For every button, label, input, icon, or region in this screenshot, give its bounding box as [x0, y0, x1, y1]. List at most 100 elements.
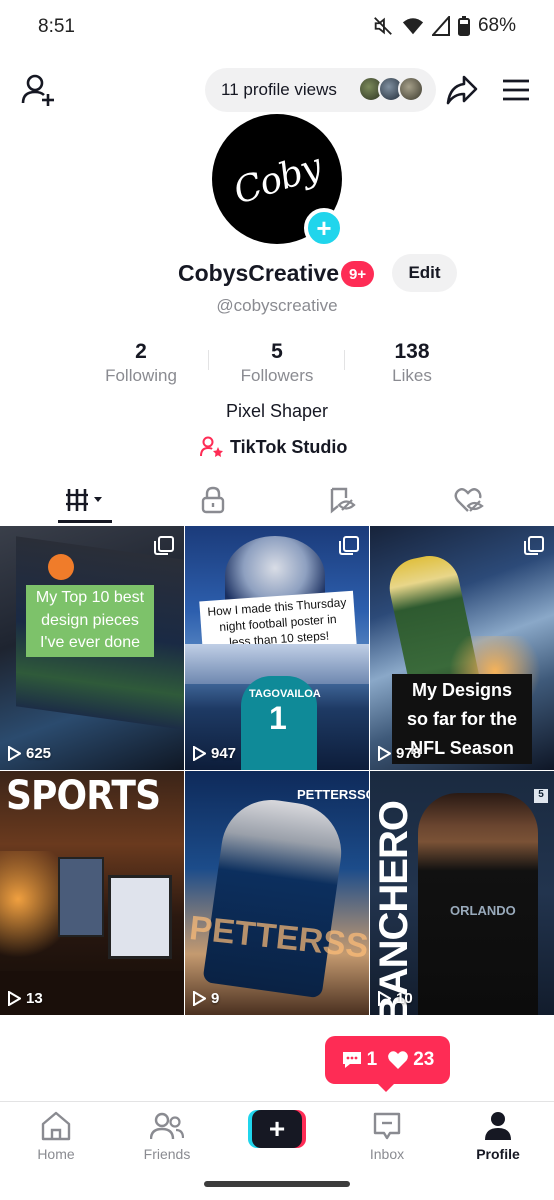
- activity-notification-popup[interactable]: 1 23: [325, 1036, 450, 1092]
- heart-icon: [388, 1051, 409, 1069]
- nav-inbox[interactable]: Inbox: [337, 1110, 437, 1162]
- battery-icon: [457, 16, 470, 36]
- view-count: 947: [193, 745, 236, 762]
- menu-button[interactable]: [496, 70, 536, 110]
- profile-views-text: 11 profile views: [221, 80, 337, 99]
- studio-link-label: TikTok Studio: [230, 436, 348, 457]
- view-count-text: 625: [26, 745, 52, 762]
- jersey-number: 1: [269, 700, 287, 736]
- video-caption: SPORTS: [6, 773, 161, 819]
- stat-likes[interactable]: 138 Likes: [352, 340, 472, 386]
- tab-private[interactable]: [158, 478, 268, 522]
- video-tile[interactable]: SPORTS 13: [0, 771, 184, 1015]
- active-tab-indicator: [58, 520, 112, 523]
- display-name: CobysCreative: [178, 260, 340, 286]
- corner-badge: 5: [534, 789, 548, 803]
- nav-profile[interactable]: Profile: [448, 1110, 548, 1162]
- comment-icon: [342, 1052, 361, 1068]
- video-tile[interactable]: How I made this Thursday night football …: [185, 526, 369, 770]
- jersey-name: TAGOVAILOA: [249, 688, 321, 700]
- create-video-button[interactable]: +: [248, 1110, 306, 1148]
- view-count-text: 10: [396, 990, 413, 1007]
- status-time: 8:51: [38, 16, 75, 37]
- plus-icon: +: [252, 1110, 302, 1148]
- play-icon: [8, 991, 21, 1006]
- plus-icon: +: [316, 213, 332, 243]
- photo-carousel-icon: [339, 536, 359, 555]
- stat-label: Following: [105, 366, 177, 385]
- nav-label: Profile: [476, 1146, 520, 1162]
- stat-divider: [344, 350, 345, 370]
- hamburger-menu-icon: [503, 79, 529, 101]
- video-caption: PETTERSSON: [297, 787, 369, 802]
- username-handle: @cobyscreative: [216, 296, 338, 315]
- tab-liked[interactable]: [414, 478, 524, 522]
- repost-eye-icon: [330, 487, 356, 514]
- view-count: 9: [193, 990, 219, 1007]
- battery-percent: 68%: [477, 15, 516, 36]
- inbox-icon: [373, 1112, 401, 1140]
- nav-home[interactable]: Home: [6, 1110, 106, 1162]
- video-tile[interactable]: BANCHERO ORLANDO 5 10: [370, 771, 554, 1015]
- name-row: CobysCreative 9+ Edit: [0, 254, 554, 294]
- tab-videos[interactable]: [30, 478, 140, 522]
- video-tile[interactable]: My Top 10 best design pieces I've ever d…: [0, 526, 184, 770]
- view-count: 13: [8, 990, 43, 1007]
- share-icon: [446, 75, 478, 105]
- view-count-text: 947: [211, 745, 237, 762]
- thumbnail-monitor: [58, 857, 104, 937]
- tiktok-studio-link[interactable]: TikTok Studio: [200, 434, 347, 460]
- nav-friends[interactable]: Friends: [117, 1110, 217, 1162]
- stat-label: Followers: [240, 366, 314, 385]
- profile-icon: [485, 1112, 511, 1140]
- add-avatar-story-button[interactable]: +: [304, 208, 344, 248]
- thumbnail-monitor: [108, 875, 172, 959]
- profile-bio: Pixel Shaper: [225, 401, 329, 421]
- home-icon: [41, 1111, 71, 1141]
- notification-badge[interactable]: 9+: [341, 261, 375, 287]
- edit-profile-button[interactable]: Edit: [392, 254, 457, 292]
- thumbnail-lamp: [0, 851, 60, 971]
- view-count-text: 13: [26, 990, 43, 1007]
- wifi-icon: [402, 18, 424, 35]
- play-icon: [193, 991, 206, 1006]
- tab-reposts[interactable]: [287, 478, 397, 522]
- view-count: 10: [378, 990, 413, 1007]
- view-count: 978: [378, 745, 421, 762]
- profile-stats: 2 Following 5 Followers 138 Likes: [0, 340, 554, 390]
- play-icon: [193, 746, 206, 761]
- stat-value: 2: [135, 340, 147, 363]
- video-tile[interactable]: PETTERSSON PETTERSSON 9: [185, 771, 369, 1015]
- profile-views-button[interactable]: 11 profile views: [205, 68, 436, 112]
- play-icon: [8, 746, 21, 761]
- status-bar: 8:51 68%: [0, 0, 554, 56]
- stat-value: 138: [394, 340, 430, 363]
- video-tile[interactable]: My Designs so far for the NFL Season 978: [370, 526, 554, 770]
- stat-divider: [208, 350, 209, 370]
- stat-followers[interactable]: 5 Followers: [217, 340, 337, 386]
- stat-following[interactable]: 2 Following: [81, 340, 201, 386]
- friends-icon: [150, 1112, 184, 1140]
- background-name-text: BANCHERO: [372, 801, 416, 1015]
- like-count-text: 23: [413, 1049, 435, 1070]
- status-icons: 68%: [372, 15, 516, 37]
- viewer-avatars: [358, 76, 426, 104]
- stat-value: 5: [271, 340, 283, 363]
- nav-label: Friends: [143, 1146, 191, 1162]
- profile-content-tabs: [0, 478, 554, 524]
- avatar: [398, 76, 424, 102]
- grid-sort-icon: [66, 489, 102, 511]
- avatar-logo: Coby: [228, 145, 326, 213]
- liked-heart-icon: [454, 488, 484, 512]
- view-count-text: 978: [396, 745, 422, 762]
- lock-icon: [201, 486, 225, 514]
- thumbnail-player: [202, 793, 348, 999]
- share-profile-button[interactable]: [444, 70, 480, 110]
- view-count-text: 9: [211, 990, 220, 1007]
- video-grid: My Top 10 best design pieces I've ever d…: [0, 526, 554, 1016]
- nav-label: Home: [37, 1146, 75, 1162]
- home-indicator-bar[interactable]: [204, 1181, 350, 1187]
- view-count: 625: [8, 745, 51, 762]
- add-friend-button[interactable]: [18, 70, 58, 110]
- play-icon: [378, 746, 391, 761]
